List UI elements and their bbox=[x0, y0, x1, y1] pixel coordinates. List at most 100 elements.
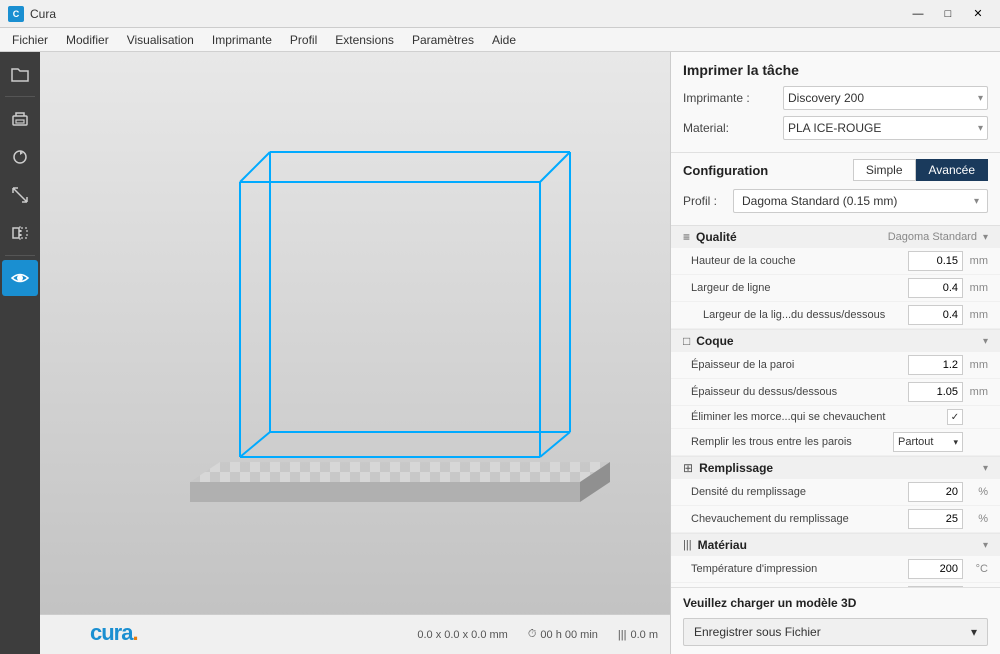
setting-name-largeur: Largeur de ligne bbox=[691, 282, 908, 294]
setting-hauteur-couche: Hauteur de la couche mm bbox=[671, 248, 1000, 275]
left-toolbar bbox=[0, 52, 40, 654]
qualite-name: Qualité bbox=[696, 230, 737, 244]
printer-select[interactable]: Discovery 200 ▾ bbox=[783, 86, 988, 110]
coque-name: Coque bbox=[696, 334, 733, 348]
menu-fichier[interactable]: Fichier bbox=[4, 31, 56, 49]
save-button[interactable]: Enregistrer sous Fichier ▾ bbox=[683, 618, 988, 646]
menu-modifier[interactable]: Modifier bbox=[58, 31, 117, 49]
setting-value-densite[interactable] bbox=[908, 482, 963, 502]
group-qualite-header[interactable]: ≡ Qualité Dagoma Standard ▾ bbox=[671, 226, 1000, 248]
3d-viewport[interactable]: 0.0 x 0.0 x 0.0 mm ⏱ 00 h 00 min ||| 0.0… bbox=[40, 52, 670, 654]
window-controls: — □ ✕ bbox=[904, 4, 992, 24]
tool-print[interactable] bbox=[2, 101, 38, 137]
setting-value-ep-dessus[interactable] bbox=[908, 382, 963, 402]
time-value: 00 h 00 min bbox=[540, 629, 597, 641]
logo-text: cura. bbox=[90, 620, 138, 645]
config-header: Configuration Simple Avancée bbox=[683, 159, 988, 181]
profil-row: Profil : Dagoma Standard (0.15 mm) ▾ bbox=[683, 189, 988, 213]
group-materiau: ||| Matériau ▾ Température d'impression … bbox=[671, 534, 1000, 587]
materiau-name: Matériau bbox=[698, 538, 747, 552]
panel-bottom: Veuillez charger un modèle 3D Enregistre… bbox=[671, 587, 1000, 654]
material-chevron: ▾ bbox=[978, 123, 983, 134]
setting-value-ep-paroi[interactable] bbox=[908, 355, 963, 375]
setting-unit-largeur-dessus: mm bbox=[963, 309, 988, 321]
tool-mirror[interactable] bbox=[2, 215, 38, 251]
maximize-button[interactable]: □ bbox=[934, 4, 962, 24]
tool-folder[interactable] bbox=[2, 56, 38, 92]
setting-unit-chevauchement: % bbox=[963, 513, 988, 525]
tool-scale[interactable] bbox=[2, 177, 38, 213]
group-coque-header[interactable]: □ Coque ▾ bbox=[671, 330, 1000, 352]
menu-profil[interactable]: Profil bbox=[282, 31, 325, 49]
close-button[interactable]: ✕ bbox=[964, 4, 992, 24]
menu-extensions[interactable]: Extensions bbox=[327, 31, 402, 49]
setting-value-largeur-dessus[interactable] bbox=[908, 305, 963, 325]
group-remplissage-header[interactable]: ⊞ Remplissage ▾ bbox=[671, 457, 1000, 479]
setting-largeur-dessus: Largeur de la lig...du dessus/dessous mm bbox=[671, 302, 1000, 329]
profil-value: Dagoma Standard (0.15 mm) bbox=[742, 194, 897, 208]
setting-unit-hauteur: mm bbox=[963, 255, 988, 267]
setting-name-ep-paroi: Épaisseur de la paroi bbox=[691, 359, 908, 371]
setting-eliminer: Éliminer les morce...qui se chevauchent … bbox=[671, 406, 1000, 429]
setting-densite: Densité du remplissage % bbox=[671, 479, 1000, 506]
tool-view[interactable] bbox=[2, 260, 38, 296]
qualite-chevron: ▾ bbox=[983, 232, 988, 243]
setting-unit-temp: °C bbox=[963, 563, 988, 575]
setting-largeur-ligne: Largeur de ligne mm bbox=[671, 275, 1000, 302]
cura-logo: cura. bbox=[90, 620, 138, 646]
qualite-icon: ≡ bbox=[683, 230, 690, 244]
material-label: Material: bbox=[683, 121, 783, 135]
group-materiau-header[interactable]: ||| Matériau ▾ bbox=[671, 534, 1000, 556]
setting-epaisseur-paroi: Épaisseur de la paroi mm bbox=[671, 352, 1000, 379]
tool-rotate[interactable] bbox=[2, 139, 38, 175]
profil-select[interactable]: Dagoma Standard (0.15 mm) ▾ bbox=[733, 189, 988, 213]
load-model-text: Veuillez charger un modèle 3D bbox=[683, 596, 988, 610]
minimize-button[interactable]: — bbox=[904, 4, 932, 24]
setting-temp: Température d'impression °C bbox=[671, 556, 1000, 583]
length-display: ||| 0.0 m bbox=[618, 629, 658, 641]
material-select[interactable]: PLA ICE-ROUGE ▾ bbox=[783, 116, 988, 140]
setting-remplir-trous: Remplir les trous entre les parois Parto… bbox=[671, 429, 1000, 456]
length-value: 0.0 m bbox=[630, 629, 658, 641]
setting-select-remplir-chevron: ▾ bbox=[953, 437, 958, 448]
setting-name-hauteur: Hauteur de la couche bbox=[691, 255, 908, 267]
setting-name-remplir: Remplir les trous entre les parois bbox=[691, 436, 893, 448]
tab-simple[interactable]: Simple bbox=[853, 159, 916, 181]
right-panel: Imprimer la tâche Imprimante : Discovery… bbox=[670, 52, 1000, 654]
print-task-section: Imprimer la tâche Imprimante : Discovery… bbox=[671, 52, 1000, 152]
group-coque: □ Coque ▾ Épaisseur de la paroi mm Épais… bbox=[671, 330, 1000, 457]
setting-epaisseur-dessus: Épaisseur du dessus/dessous mm bbox=[671, 379, 1000, 406]
titlebar: C Cura — □ ✕ bbox=[0, 0, 1000, 28]
menu-visualisation[interactable]: Visualisation bbox=[119, 31, 202, 49]
config-title: Configuration bbox=[683, 163, 768, 178]
setting-check-eliminer[interactable]: ✓ bbox=[947, 409, 963, 425]
setting-name-ep-dessus: Épaisseur du dessus/dessous bbox=[691, 386, 908, 398]
setting-name-chevauchement: Chevauchement du remplissage bbox=[691, 513, 908, 525]
group-qualite: ≡ Qualité Dagoma Standard ▾ Hauteur de l… bbox=[671, 226, 1000, 330]
coordinates-display: 0.0 x 0.0 x 0.0 mm bbox=[417, 629, 507, 641]
menu-parametres[interactable]: Paramètres bbox=[404, 31, 482, 49]
print-task-title: Imprimer la tâche bbox=[683, 62, 988, 78]
printer-value: Discovery 200 bbox=[788, 91, 864, 105]
material-value: PLA ICE-ROUGE bbox=[788, 121, 881, 135]
menu-imprimante[interactable]: Imprimante bbox=[204, 31, 280, 49]
setting-select-remplir-value: Partout bbox=[898, 436, 933, 448]
length-icon: ||| bbox=[618, 629, 627, 641]
menu-aide[interactable]: Aide bbox=[484, 31, 524, 49]
setting-value-largeur[interactable] bbox=[908, 278, 963, 298]
tab-advanced[interactable]: Avancée bbox=[916, 159, 988, 181]
setting-value-hauteur[interactable] bbox=[908, 251, 963, 271]
save-chevron: ▾ bbox=[971, 625, 977, 639]
toolbar-separator bbox=[5, 96, 35, 97]
save-button-label: Enregistrer sous Fichier bbox=[694, 625, 821, 639]
setting-value-chevauchement[interactable] bbox=[908, 509, 963, 529]
remplissage-icon: ⊞ bbox=[683, 461, 693, 475]
profil-label: Profil : bbox=[683, 194, 733, 208]
setting-unit-densite: % bbox=[963, 486, 988, 498]
setting-select-remplir[interactable]: Partout ▾ bbox=[893, 432, 963, 452]
main-layout: 0.0 x 0.0 x 0.0 mm ⏱ 00 h 00 min ||| 0.0… bbox=[0, 52, 1000, 654]
setting-unit-ep-dessus: mm bbox=[963, 386, 988, 398]
setting-value-temp[interactable] bbox=[908, 559, 963, 579]
time-display: ⏱ 00 h 00 min bbox=[528, 628, 598, 641]
3d-wireframe bbox=[160, 102, 610, 582]
